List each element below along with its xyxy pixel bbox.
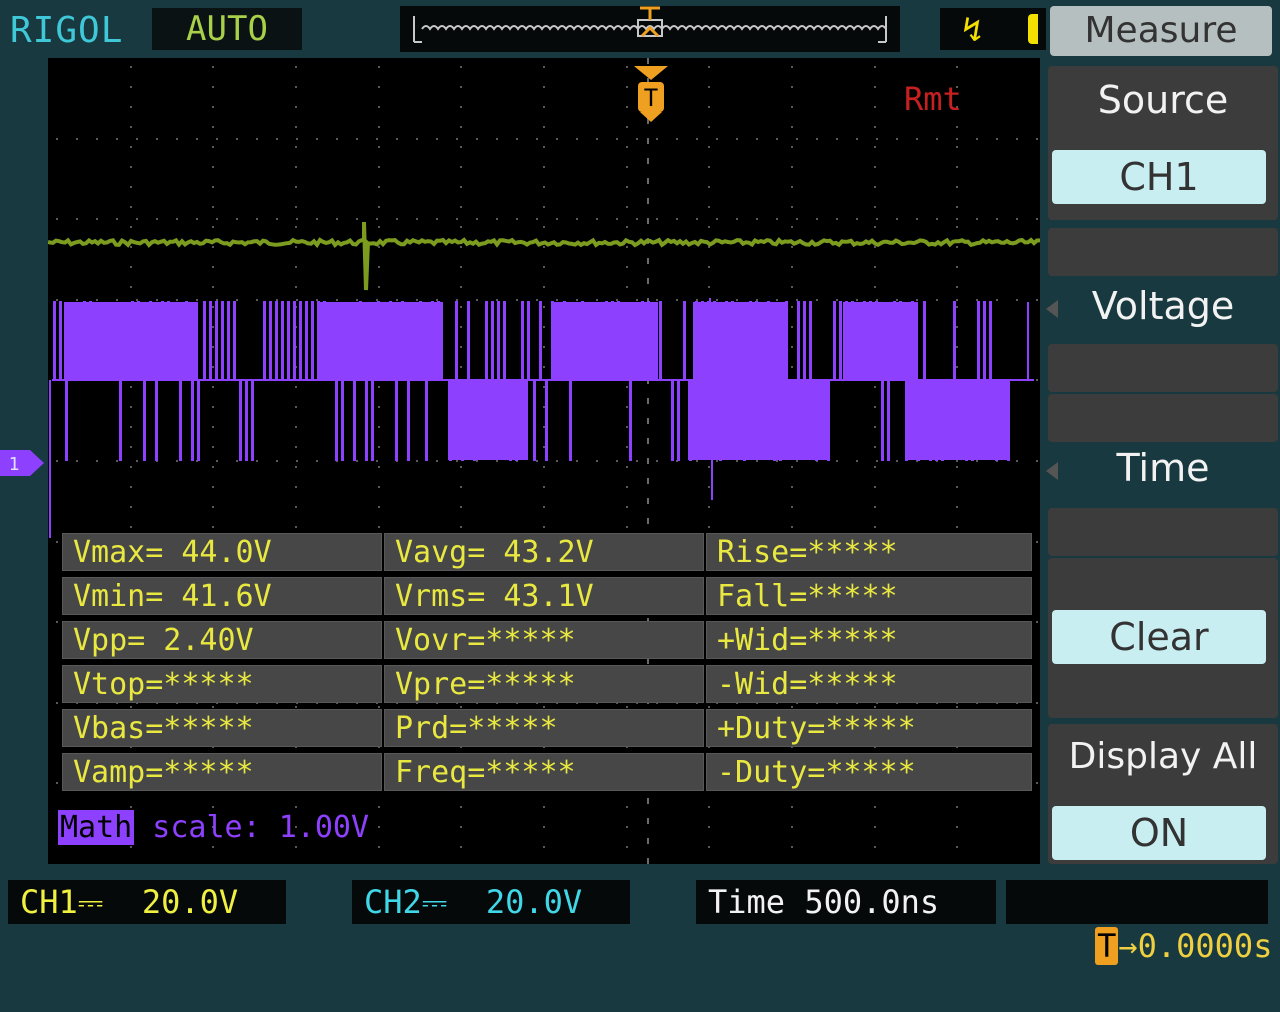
menu-slot-blank	[1048, 228, 1278, 276]
measurement-period: Prd=*****	[384, 709, 704, 747]
measurement-vbas: Vbas=*****	[62, 709, 382, 747]
math-scale-value: scale: 1.00V	[134, 810, 370, 845]
trigger-marker-label: T	[644, 84, 658, 112]
measurement-row: Vbas=***** Prd=***** +Duty=*****	[62, 709, 1034, 749]
measurement-vamp: Vamp=*****	[62, 753, 382, 791]
measurement-row: Vmin= 41.6V Vrms= 43.1V Fall=*****	[62, 577, 1034, 617]
measurement-vavg: Vavg= 43.2V	[384, 533, 704, 571]
measurement-neg-duty: -Duty=*****	[706, 753, 1032, 791]
display-all-label: Display All	[1068, 736, 1258, 777]
measurement-vpp: Vpp= 2.40V	[62, 621, 382, 659]
ch1-scale[interactable]: CH1⎓ 20.0V	[8, 880, 286, 924]
measurement-vrms: Vrms= 43.1V	[384, 577, 704, 615]
brand-logo: RIGOL	[10, 10, 124, 51]
menu-slot-blank	[1048, 508, 1278, 556]
measurement-vmin: Vmin= 41.6V	[62, 577, 382, 615]
menu-slot-blank	[1048, 394, 1278, 442]
measurement-vpre: Vpre=*****	[384, 665, 704, 703]
math-scale-readout: Math scale: 1.00V	[58, 808, 369, 848]
acquisition-mode: AUTO	[152, 8, 302, 50]
menu-slot-blank	[1048, 344, 1278, 392]
ch1-ground-marker[interactable]: 1	[0, 450, 44, 476]
source-label: Source	[1097, 78, 1229, 122]
status-bar: CH1⎓ 20.0V CH2⎓ 20.0V Time 500.0ns T→0.0…	[0, 864, 1280, 965]
measurement-row: Vmax= 44.0V Vavg= 43.2V Rise=*****	[62, 533, 1034, 573]
trigger-offset[interactable]: T→0.0000s	[1006, 880, 1272, 965]
ch2-trace	[48, 221, 1040, 291]
measurement-row: Vpp= 2.40V Vovr=***** +Wid=*****	[62, 621, 1034, 661]
measurement-row: Vtop=***** Vpre=***** -Wid=*****	[62, 665, 1034, 705]
trigger-level-indicator	[1028, 14, 1038, 44]
voltage-menu-button[interactable]: Voltage	[1046, 284, 1280, 328]
channel-marker-label: 1	[9, 454, 20, 475]
trigger-position-marker[interactable]: T	[632, 64, 672, 124]
timebase[interactable]: Time 500.0ns	[696, 880, 996, 924]
measurement-vmax: Vmax= 44.0V	[62, 533, 382, 571]
measurement-fall: Fall=*****	[706, 577, 1032, 615]
source-ch1-button[interactable]: CH1	[1052, 150, 1266, 204]
measurement-vtop: Vtop=*****	[62, 665, 382, 703]
clear-button[interactable]: Clear	[1052, 610, 1266, 664]
ch2-scale[interactable]: CH2⎓ 20.0V	[352, 880, 630, 924]
memory-window	[400, 6, 900, 52]
trigger-status-box: ↯	[940, 8, 1046, 50]
menu-title: Measure	[1050, 6, 1272, 56]
trigger-tag-icon: T	[1095, 927, 1119, 965]
trigger-offset-value: →0.0000s	[1118, 927, 1273, 965]
measurement-pos-width: +Wid=*****	[706, 621, 1032, 659]
remote-indicator: Rmt	[904, 80, 962, 118]
measure-menu: Measure Source CH1 Voltage Time Clear Di…	[1046, 0, 1280, 936]
time-menu-button[interactable]: Time	[1046, 446, 1280, 490]
measurement-vovr: Vovr=*****	[384, 621, 704, 659]
memory-overview-icon	[413, 6, 887, 43]
measurement-rise: Rise=*****	[706, 533, 1032, 571]
top-bar: RIGOL AUTO ↯	[0, 0, 1046, 58]
math-tag: Math	[58, 810, 135, 845]
rising-edge-icon: ↯	[962, 10, 983, 50]
measurement-pos-duty: +Duty=*****	[706, 709, 1032, 747]
measurement-neg-width: -Wid=*****	[706, 665, 1032, 703]
display-all-on-button[interactable]: ON	[1052, 806, 1266, 860]
measurement-row: Vamp=***** Freq=***** -Duty=*****	[62, 753, 1034, 793]
measurement-frequency: Freq=*****	[384, 753, 704, 791]
